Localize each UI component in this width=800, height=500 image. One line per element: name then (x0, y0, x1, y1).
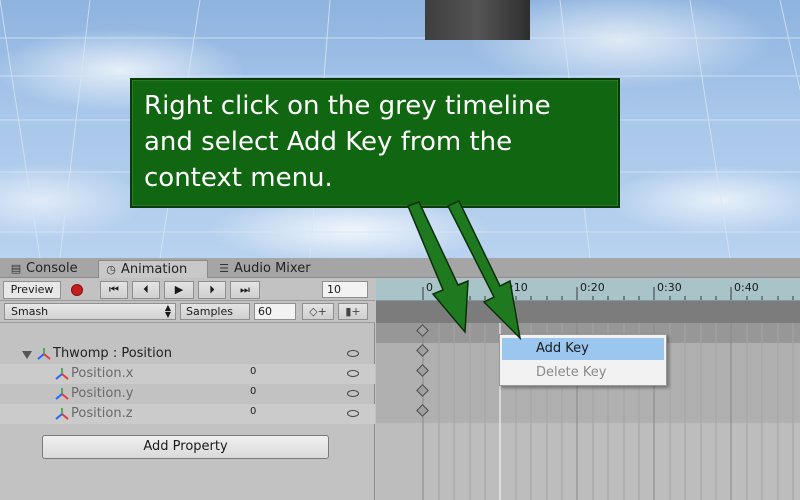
tab-console-label: Console (26, 261, 78, 276)
transform-axes-icon (55, 388, 69, 400)
mixer-icon: ☰ (219, 262, 229, 275)
console-icon: ▤ (10, 262, 22, 275)
thwomp-cube (425, 0, 530, 40)
ruler-label: 0:30 (657, 281, 682, 294)
callout-line-1: Right click on the grey timeline (144, 91, 551, 121)
eye-icon[interactable] (347, 410, 359, 417)
dropdown-arrows-icon: ▲ ▼ (164, 303, 171, 319)
property-panel: Thwomp : Position Position.x 0 Position.… (0, 323, 375, 500)
clip-name: Smash (11, 305, 49, 318)
tab-audio-mixer[interactable]: ☰ Audio Mixer (212, 260, 330, 278)
property-row-y[interactable]: Position.y 0 (0, 384, 375, 404)
property-label-z: Position.z (71, 406, 133, 421)
clock-icon: ◷ (106, 263, 116, 276)
transform-axes-icon (55, 408, 69, 420)
add-event-icon[interactable]: ▮+ (338, 303, 368, 320)
record-icon[interactable] (71, 284, 83, 296)
add-property-button[interactable]: Add Property (42, 435, 329, 459)
tab-console[interactable]: ▤ Console (4, 260, 94, 278)
transform-axes-icon (37, 348, 51, 360)
eye-icon[interactable] (347, 390, 359, 397)
property-group-label: Thwomp : Position (53, 346, 172, 361)
instruction-callout: Right click on the grey timeline and sel… (130, 78, 620, 208)
menu-item-delete-key[interactable]: Delete Key (502, 362, 664, 384)
eye-icon[interactable] (347, 350, 359, 357)
tab-audio-mixer-label: Audio Mixer (234, 261, 311, 276)
callout-line-2: and select Add Key from the (144, 127, 513, 157)
first-frame-icon[interactable]: ⏮ (100, 281, 128, 299)
property-value-y[interactable]: 0 (250, 384, 256, 400)
ruler-label: 0:10 (503, 281, 528, 294)
transform-axes-icon (55, 368, 69, 380)
menu-item-add-key[interactable]: Add Key (502, 338, 664, 360)
property-group-row[interactable]: Thwomp : Position (0, 344, 375, 364)
tab-animation-label: Animation (121, 262, 188, 277)
last-frame-icon[interactable]: ⏭ (230, 281, 260, 299)
property-label-x: Position.x (71, 366, 134, 381)
context-menu: Add Key Delete Key (499, 334, 667, 386)
next-frame-icon[interactable]: ⏵ (198, 281, 226, 299)
expand-triangle-icon[interactable] (22, 351, 32, 359)
play-icon[interactable]: ▶ (164, 281, 194, 299)
event-row[interactable] (376, 301, 800, 323)
property-value-z[interactable]: 0 (250, 404, 256, 420)
window-tab-bar: ▤ Console ◷ Animation ☰ Audio Mixer (0, 258, 800, 278)
ruler-label: 0:40 (734, 281, 759, 294)
tab-animation[interactable]: ◷ Animation (98, 260, 208, 278)
ruler-label: 0 (426, 281, 433, 294)
samples-input[interactable]: 60 (254, 303, 296, 320)
property-label-y: Position.y (71, 386, 134, 401)
clip-dropdown[interactable]: Smash ▲ ▼ (4, 303, 176, 320)
eye-icon[interactable] (347, 370, 359, 377)
callout-line-3: context menu. (144, 163, 333, 193)
frame-input[interactable]: 10 (322, 281, 368, 298)
timeline-ruler[interactable]: 0 0:10 0:20 0:30 0:40 (376, 279, 800, 301)
preview-button[interactable]: Preview (3, 281, 61, 299)
add-keyframe-icon[interactable]: ◇+ (302, 303, 334, 320)
samples-label: Samples (180, 303, 250, 320)
property-row-x[interactable]: Position.x 0 (0, 364, 375, 384)
property-row-z[interactable]: Position.z 0 (0, 404, 375, 424)
prev-frame-icon[interactable]: ⏴ (132, 281, 160, 299)
property-value-x[interactable]: 0 (250, 364, 256, 380)
ruler-label: 0:20 (580, 281, 605, 294)
